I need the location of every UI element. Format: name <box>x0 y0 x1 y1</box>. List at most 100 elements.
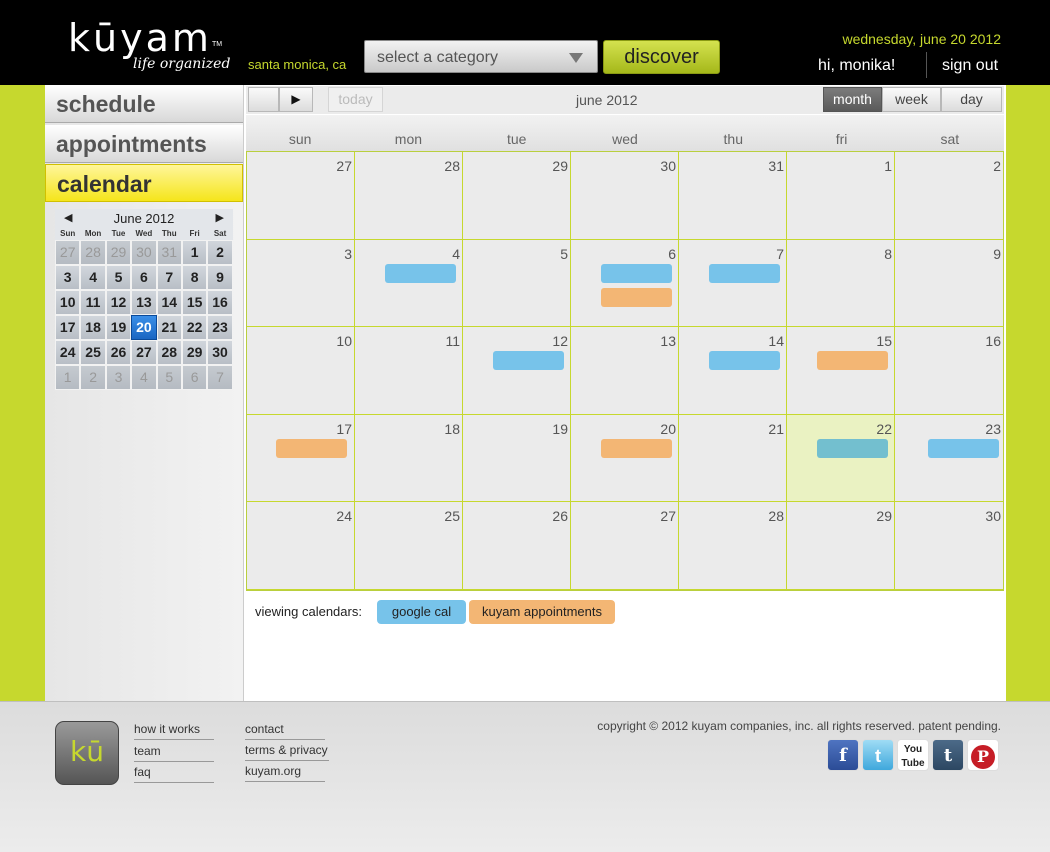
mini-day[interactable]: 3 <box>55 265 81 290</box>
mini-day[interactable]: 16 <box>207 290 233 315</box>
google-cal-event[interactable] <box>493 351 564 371</box>
mini-day[interactable]: 29 <box>181 340 208 365</box>
calendar-day-cell[interactable]: 16 <box>895 327 1003 415</box>
twitter-icon[interactable]: t <box>862 739 894 771</box>
mini-day[interactable]: 7 <box>207 365 233 390</box>
logo-wordmark[interactable]: kūyam <box>68 16 212 60</box>
footer-link-faq[interactable]: faq <box>134 765 214 783</box>
mini-day[interactable]: 27 <box>55 240 81 265</box>
mini-day[interactable]: 17 <box>55 315 81 340</box>
calendar-day-cell[interactable]: 9 <box>895 239 1003 328</box>
mini-day[interactable]: 30 <box>207 340 233 365</box>
pinterest-icon[interactable]: P <box>967 739 999 771</box>
calendar-day-cell[interactable]: 30 <box>571 152 679 240</box>
mini-day[interactable]: 12 <box>105 290 132 315</box>
legend-kuyam-appointments[interactable]: kuyam appointments <box>469 600 615 624</box>
mini-day[interactable]: 5 <box>156 365 182 390</box>
mini-day[interactable]: 4 <box>80 265 106 290</box>
calendar-day-cell[interactable]: 23 <box>895 414 1003 503</box>
mini-day[interactable]: 29 <box>105 240 132 265</box>
mini-day[interactable]: 8 <box>181 265 208 290</box>
calendar-day-cell[interactable]: 29 <box>463 152 571 240</box>
kuyam-appointment-event[interactable] <box>276 438 347 458</box>
mini-day[interactable]: 23 <box>207 315 233 340</box>
google-cal-event[interactable] <box>709 351 780 371</box>
calendar-day-cell[interactable]: 28 <box>679 502 787 590</box>
mini-day[interactable]: 9 <box>207 265 233 290</box>
calendar-day-cell[interactable]: 2 <box>895 152 1003 240</box>
tumblr-icon[interactable]: t <box>932 739 964 771</box>
calendar-day-cell[interactable]: 5 <box>463 239 571 328</box>
view-week-button[interactable]: week <box>882 87 941 112</box>
mini-day[interactable]: 6 <box>131 265 157 290</box>
google-cal-event[interactable] <box>709 263 780 283</box>
tab-schedule[interactable]: schedule <box>45 85 243 123</box>
mini-day[interactable]: 18 <box>80 315 106 340</box>
footer-link-contact[interactable]: contact <box>245 722 325 740</box>
tab-calendar[interactable]: calendar <box>45 164 243 202</box>
mini-next-month-icon[interactable]: ▶ <box>216 211 224 224</box>
mini-day[interactable]: 13 <box>131 290 157 315</box>
footer-link-team[interactable]: team <box>134 744 214 762</box>
mini-day[interactable]: 6 <box>181 365 208 390</box>
google-cal-event[interactable] <box>601 263 672 283</box>
calendar-day-cell[interactable]: 27 <box>571 502 679 590</box>
discover-button[interactable]: discover <box>603 40 720 74</box>
youtube-icon[interactable]: You Tube <box>897 739 929 771</box>
next-month-button[interactable]: ▶ <box>279 87 313 112</box>
mini-day[interactable]: 27 <box>131 340 157 365</box>
mini-day[interactable]: 28 <box>80 240 106 265</box>
footer-logo-icon[interactable]: kū <box>55 721 119 785</box>
calendar-day-cell[interactable]: 24 <box>247 502 355 590</box>
mini-day[interactable]: 14 <box>156 290 182 315</box>
calendar-day-cell[interactable]: 4 <box>355 239 463 328</box>
sign-out-link[interactable]: sign out <box>942 57 998 75</box>
mini-day[interactable]: 5 <box>105 265 132 290</box>
calendar-day-cell[interactable]: 31 <box>679 152 787 240</box>
mini-day[interactable]: 30 <box>131 240 157 265</box>
mini-day[interactable]: 24 <box>55 340 81 365</box>
mini-day[interactable]: 11 <box>80 290 106 315</box>
mini-day[interactable]: 3 <box>105 365 132 390</box>
calendar-day-cell[interactable]: 17 <box>247 414 355 503</box>
mini-day[interactable]: 2 <box>207 240 233 265</box>
calendar-day-cell[interactable]: 27 <box>247 152 355 240</box>
mini-day[interactable]: 25 <box>80 340 106 365</box>
mini-day[interactable]: 28 <box>156 340 182 365</box>
selected-event[interactable] <box>817 438 888 458</box>
legend-google-cal[interactable]: google cal <box>377 600 466 624</box>
mini-day[interactable]: 21 <box>156 315 182 340</box>
calendar-day-cell[interactable]: 8 <box>787 239 895 328</box>
calendar-day-cell[interactable]: 29 <box>787 502 895 590</box>
calendar-day-cell[interactable]: 19 <box>463 414 571 503</box>
today-button[interactable]: today <box>328 87 383 112</box>
footer-link-how-it-works[interactable]: how it works <box>134 722 214 740</box>
prev-month-button[interactable] <box>248 87 279 112</box>
calendar-day-cell[interactable]: 11 <box>355 327 463 415</box>
mini-day[interactable]: 2 <box>80 365 106 390</box>
calendar-day-cell[interactable]: 13 <box>571 327 679 415</box>
location-link[interactable]: santa monica, ca <box>248 57 346 72</box>
calendar-day-cell[interactable]: 15 <box>787 327 895 415</box>
kuyam-appointment-event[interactable] <box>601 287 672 307</box>
mini-day[interactable]: 15 <box>181 290 208 315</box>
tab-appointments[interactable]: appointments <box>45 125 243 163</box>
mini-day[interactable]: 1 <box>55 365 81 390</box>
calendar-day-cell[interactable]: 26 <box>463 502 571 590</box>
calendar-day-cell[interactable]: 18 <box>355 414 463 503</box>
google-cal-event[interactable] <box>385 263 456 283</box>
calendar-day-cell[interactable]: 21 <box>679 414 787 503</box>
google-cal-event[interactable] <box>928 438 999 458</box>
mini-day[interactable]: 1 <box>181 240 208 265</box>
calendar-day-cell[interactable]: 20 <box>571 414 679 503</box>
kuyam-appointment-event[interactable] <box>601 438 672 458</box>
calendar-day-cell[interactable]: 14 <box>679 327 787 415</box>
mini-day[interactable]: 4 <box>131 365 157 390</box>
calendar-day-cell[interactable]: 6 <box>571 239 679 328</box>
mini-day[interactable]: 22 <box>181 315 208 340</box>
mini-day[interactable]: 19 <box>105 315 132 340</box>
category-select[interactable]: select a category <box>364 40 598 73</box>
calendar-day-cell[interactable]: 25 <box>355 502 463 590</box>
kuyam-appointment-event[interactable] <box>817 351 888 371</box>
mini-day-today[interactable]: 20 <box>131 315 157 340</box>
